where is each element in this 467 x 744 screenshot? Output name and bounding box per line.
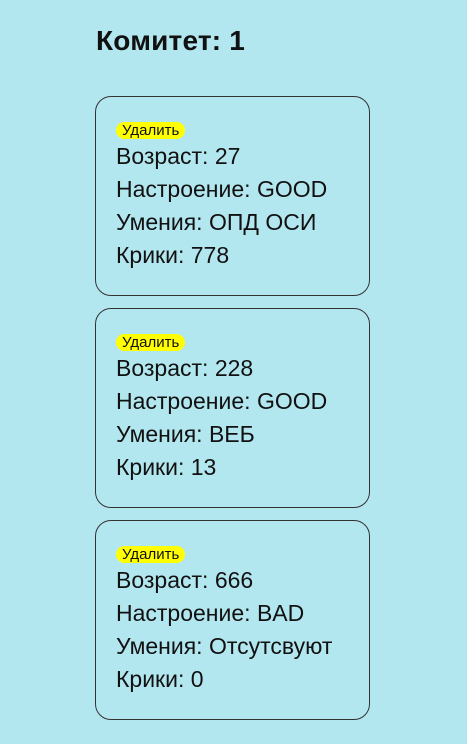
- skills-label: Умения:: [116, 209, 209, 235]
- skills-value: ВЕБ: [208, 421, 255, 447]
- screams-value: 13: [190, 454, 217, 480]
- mood-value: GOOD: [256, 176, 328, 202]
- skills-field: Умения: Отсутсвуют: [116, 630, 369, 663]
- age-field: Возраст: 27: [116, 140, 369, 173]
- age-label: Возраст:: [116, 567, 215, 593]
- age-label: Возраст:: [116, 143, 215, 169]
- age-value: 666: [214, 567, 254, 593]
- mood-value: GOOD: [256, 388, 328, 414]
- age-value: 27: [214, 143, 241, 169]
- mood-field: Настроение: GOOD: [116, 385, 369, 418]
- age-label: Возраст:: [116, 355, 215, 381]
- member-card: Удалить Возраст: 27 Настроение: GOOD Уме…: [95, 96, 370, 296]
- screams-field: Крики: 13: [116, 451, 369, 484]
- age-field: Возраст: 666: [116, 564, 369, 597]
- skills-field: Умения: ВЕБ: [116, 418, 369, 451]
- screams-label: Крики:: [116, 242, 191, 268]
- mood-label: Настроение:: [116, 388, 257, 414]
- skills-label: Умения:: [116, 421, 209, 447]
- screams-label: Крики:: [116, 454, 191, 480]
- mood-value: BAD: [256, 600, 305, 626]
- skills-label: Умения:: [116, 633, 209, 659]
- delete-button[interactable]: Удалить: [116, 122, 186, 139]
- age-field: Возраст: 228: [116, 352, 369, 385]
- mood-label: Настроение:: [116, 176, 257, 202]
- skills-value: Отсутсвуют: [208, 633, 333, 659]
- member-card: Удалить Возраст: 228 Настроение: GOOD Ум…: [95, 308, 370, 508]
- member-card-list: Удалить Возраст: 27 Настроение: GOOD Уме…: [95, 96, 370, 732]
- mood-label: Настроение:: [116, 600, 257, 626]
- delete-button[interactable]: Удалить: [116, 546, 186, 563]
- screams-field: Крики: 0: [116, 663, 369, 696]
- mood-field: Настроение: BAD: [116, 597, 369, 630]
- skills-field: Умения: ОПД ОСИ: [116, 206, 369, 239]
- age-value: 228: [214, 355, 254, 381]
- screams-label: Крики:: [116, 666, 191, 692]
- member-card: Удалить Возраст: 666 Настроение: BAD Уме…: [95, 520, 370, 720]
- screams-value: 778: [190, 242, 230, 268]
- screams-value: 0: [190, 666, 204, 692]
- mood-field: Настроение: GOOD: [116, 173, 369, 206]
- skills-value: ОПД ОСИ: [208, 209, 317, 235]
- page-title: Комитет: 1: [96, 25, 246, 56]
- delete-button[interactable]: Удалить: [116, 334, 186, 351]
- screams-field: Крики: 778: [116, 239, 369, 272]
